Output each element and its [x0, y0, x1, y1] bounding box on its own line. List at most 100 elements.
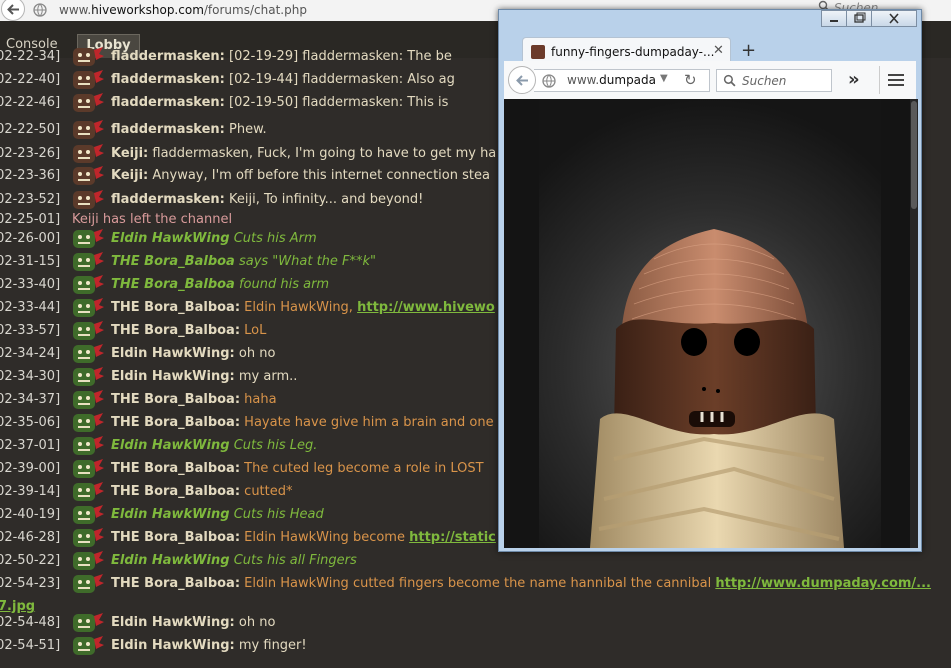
troll-avatar [73, 367, 104, 386]
back-button[interactable] [1, 0, 25, 21]
troll-avatar [73, 298, 104, 317]
username[interactable]: THE Bora_Balboa: [111, 576, 240, 591]
timestamp: [02-22-34] [0, 49, 61, 64]
maximize-button[interactable] [846, 10, 872, 27]
message-body: THE Bora_Balboa found his arm [111, 273, 329, 296]
message-text: [02-19-50] fladdermasken: This is [229, 95, 449, 110]
toolbar-divider [879, 66, 880, 94]
username[interactable]: Eldin HawkWing [111, 438, 230, 453]
popup-search-placeholder: Suchen [742, 74, 787, 88]
new-tab-icon[interactable]: + [741, 40, 756, 61]
username[interactable]: Eldin HawkWing: [111, 638, 235, 653]
chevron-down-icon[interactable]: ▼ [660, 73, 668, 84]
username[interactable]: THE Bora_Balboa: [111, 392, 240, 407]
username[interactable]: THE Bora_Balboa: [111, 300, 240, 315]
url-field[interactable]: www.hiveworkshop.com/forums/chat.php [59, 3, 307, 17]
troll-avatar [73, 413, 104, 432]
chat-link[interactable]: http://www.dumpaday.com/... [715, 576, 931, 591]
popup-tab-title: funny-fingers-dumpaday-... [551, 45, 715, 59]
chat-message-row: [02-54-51] Eldin HawkWing: my finger! [0, 634, 951, 657]
message-body: THE Bora_Balboa: Hayate have give him a … [111, 411, 494, 434]
troll-avatar [73, 344, 104, 363]
timestamp: [02-34-30] [0, 369, 61, 384]
message-body: Eldin HawkWing: my arm.. [111, 365, 297, 388]
troll-avatar [73, 505, 104, 524]
troll-avatar [73, 528, 104, 547]
minimize-button[interactable] [821, 10, 847, 27]
popup-url-field[interactable]: www.dumpada ▼ ↻ [534, 69, 710, 92]
orc-avatar [73, 166, 104, 185]
username[interactable]: Eldin HawkWing [111, 507, 230, 522]
message-body: THE Bora_Balboa says "What the F**k" [111, 250, 376, 273]
username[interactable]: THE Bora_Balboa: [111, 323, 240, 338]
message-body: THE Bora_Balboa: Eldin HawkWing cutted f… [111, 572, 931, 595]
username[interactable]: THE Bora_Balboa: [111, 461, 240, 476]
hamburger-menu-icon[interactable] [888, 74, 904, 89]
message-body: fladdermasken: [02-19-29] fladdermasken:… [111, 45, 452, 68]
timestamp: [02-26-00] [0, 231, 61, 246]
username[interactable]: THE Bora_Balboa [111, 277, 235, 292]
orc-avatar [73, 144, 104, 163]
username[interactable]: THE Bora_Balboa [111, 254, 235, 269]
timestamp: [02-34-37] [0, 392, 61, 407]
username[interactable]: Eldin HawkWing: [111, 369, 235, 384]
username[interactable]: THE Bora_Balboa: [111, 530, 240, 545]
message-body: Eldin HawkWing Cuts his Head [111, 503, 324, 526]
orc-avatar [73, 190, 104, 209]
timestamp: [02-54-48] [0, 615, 61, 630]
timestamp: [02-40-19] [0, 507, 61, 522]
popup-url-domain: dumpada [599, 73, 657, 87]
close-window-button[interactable] [871, 10, 917, 27]
message-body: Eldin HawkWing Cuts his Leg. [111, 434, 317, 457]
message-body: fladdermasken: [02-19-44] fladdermasken:… [111, 68, 455, 91]
username[interactable]: fladdermasken: [111, 192, 225, 207]
troll-avatar [73, 252, 104, 271]
username[interactable]: Eldin HawkWing [111, 231, 230, 246]
username[interactable]: THE Bora_Balboa: [111, 484, 240, 499]
message-body: Eldin HawkWing: my finger! [111, 634, 307, 657]
chat-message-row: [02-54-23] THE Bora_Balboa: Eldin HawkWin… [0, 572, 951, 595]
message-body: THE Bora_Balboa: The cuted leg become a … [111, 457, 484, 480]
username[interactable]: Eldin HawkWing: [111, 615, 235, 630]
timestamp: [02-39-14] [0, 484, 61, 499]
overflow-chevron-icon[interactable]: » [848, 69, 860, 90]
troll-avatar [73, 636, 104, 655]
popup-back-button[interactable] [508, 66, 536, 94]
message-body: THE Bora_Balboa: LoL [111, 319, 266, 342]
username[interactable]: fladdermasken: [111, 122, 225, 137]
url-domain: hiveworkshop.com [91, 3, 204, 17]
username[interactable]: THE Bora_Balboa: [111, 415, 240, 430]
message-text: Eldin HawkWing become [244, 530, 405, 545]
message-body: Eldin HawkWing: oh no [111, 611, 275, 634]
popup-search-field[interactable]: Suchen [716, 69, 832, 92]
message-body: Keiji: fladdermasken, Fuck, I'm going to… [111, 142, 496, 165]
username[interactable]: Keiji: [111, 168, 148, 183]
tab-close-icon[interactable]: ✕ [713, 43, 724, 58]
username[interactable]: fladdermasken: [111, 95, 225, 110]
username[interactable]: Eldin HawkWing: [111, 346, 235, 361]
timestamp: [02-33-57] [0, 323, 61, 338]
username[interactable]: Eldin HawkWing [111, 553, 230, 568]
message-text: [02-19-29] fladdermasken: The be [229, 49, 452, 64]
popup-scrollbar[interactable] [910, 99, 918, 548]
timestamp: [02-34-24] [0, 346, 61, 361]
back-arrow-icon [7, 4, 19, 15]
username[interactable]: fladdermasken: [111, 72, 225, 87]
troll-avatar [73, 436, 104, 455]
timestamp: [02-39-00] [0, 461, 61, 476]
reload-icon[interactable]: ↻ [684, 71, 697, 89]
globe-icon [33, 3, 47, 17]
message-text: Hayate have give him a brain and one [244, 415, 494, 430]
orc-avatar [73, 93, 104, 112]
chat-link[interactable]: http://static [409, 530, 496, 545]
timestamp: [02-23-26] [0, 146, 61, 161]
message-text: oh no [238, 615, 276, 630]
chat-link[interactable]: http://www.hivewo [357, 300, 495, 315]
search-icon [723, 74, 736, 87]
message-text: found his arm [238, 277, 330, 292]
troll-avatar [73, 574, 104, 593]
username[interactable]: Keiji: [111, 146, 148, 161]
scrollbar-thumb[interactable] [911, 101, 917, 209]
message-body: Eldin HawkWing: oh no [111, 342, 275, 365]
username[interactable]: fladdermasken: [111, 49, 225, 64]
